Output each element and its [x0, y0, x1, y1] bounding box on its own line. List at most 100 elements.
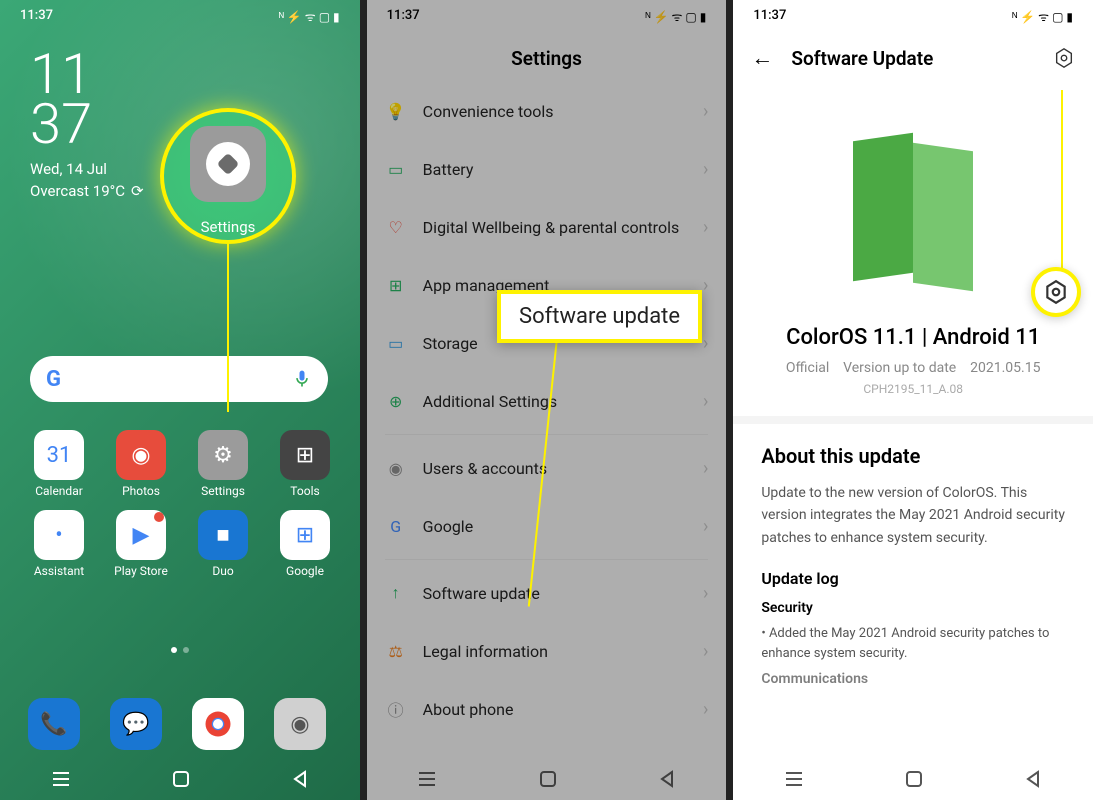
nav-home-icon[interactable] [905, 770, 923, 788]
item-icon: ⓘ [385, 698, 407, 720]
app-google[interactable]: ⊞Google [264, 510, 346, 578]
os-version: ColorOS 11.1 | Android 11 [733, 317, 1093, 358]
settings-item-software-update[interactable]: ↑ Software update › [385, 564, 709, 622]
app-tools[interactable]: ⊞Tools [264, 430, 346, 498]
status-time: 11:37 [20, 8, 53, 25]
homescreen: 11:37 ᴺ ⚡ ᯤ ▢ ▮ 11 37 Wed, 14 Jul Overca… [0, 0, 360, 800]
camera-app[interactable]: ◉ [274, 698, 326, 750]
item-label: Google [423, 517, 687, 536]
app-assistant[interactable]: •Assistant [18, 510, 100, 578]
os-meta: Official Version up to date 2021.05.15 [733, 358, 1093, 378]
chevron-right-icon: › [703, 333, 708, 354]
settings-item-about-phone[interactable]: ⓘAbout phone› [385, 680, 709, 738]
settings-item-digital-wellbeing-parental-controls[interactable]: ♡Digital Wellbeing & parental controls› [385, 198, 709, 256]
settings-item-google[interactable]: GGoogle› [385, 497, 709, 560]
update-header: ← Software Update [733, 29, 1093, 87]
item-label: Software update [423, 584, 687, 603]
callout-line [1061, 90, 1063, 270]
about-text: Update to the new version of ColorOS. Th… [761, 482, 1065, 549]
chevron-right-icon: › [703, 391, 708, 412]
status-icons: ᴺ ⚡ ᯤ ▢ ▮ [279, 8, 340, 25]
gear-icon [206, 142, 250, 186]
weather-text: Overcast 19°C [30, 182, 125, 200]
clock-hour: 11 [30, 49, 360, 99]
item-icon: ▭ [385, 332, 407, 354]
item-label: Additional Settings [423, 392, 687, 411]
os-build: CPH2195_11_A.08 [733, 378, 1093, 416]
settings-screen: 11:37 ᴺ ⚡ ᯤ ▢ ▮ Settings 💡Convenience to… [367, 0, 727, 800]
messages-app[interactable]: 💬 [110, 698, 162, 750]
settings-page-title: Settings [367, 29, 727, 82]
log-security-item: • Added the May 2021 Android security pa… [761, 624, 1065, 663]
page-indicator [0, 638, 360, 657]
mic-icon[interactable] [292, 369, 312, 389]
chevron-right-icon: › [703, 159, 708, 180]
log-security-title: Security [761, 600, 1065, 616]
settings-list[interactable]: 💡Convenience tools› ▭ Battery › ♡ Digital Wel… [367, 82, 727, 738]
item-label: Battery [423, 160, 687, 179]
phone-app[interactable]: 📞 [28, 698, 80, 750]
settings-hex-icon[interactable] [1053, 47, 1075, 69]
settings-item-convenience-tools[interactable]: 💡Convenience tools› [385, 82, 709, 140]
settings-highlight: Settings [160, 108, 296, 244]
nav-bar [367, 758, 727, 800]
back-arrow-icon[interactable]: ← [751, 45, 773, 71]
app-grid: 31Calendar◉Photos⚙Settings⊞Tools •Assista… [18, 430, 346, 578]
app-play store[interactable]: ▶Play Store [100, 510, 182, 578]
status-bar: 11:37 ᴺ ⚡ ᯤ ▢ ▮ [367, 0, 727, 29]
update-page-title: Software Update [791, 47, 1035, 70]
settings-item-battery[interactable]: ▭ Battery › [385, 140, 709, 198]
log-comm-title: Communications [761, 671, 1065, 687]
item-icon: G [385, 515, 407, 537]
status-bar: 11:37 ᴺ ⚡ ᯤ ▢ ▮ [733, 0, 1093, 29]
settings-app-icon[interactable] [190, 126, 266, 202]
item-icon: ↑ [385, 582, 407, 604]
item-icon: ⊕ [385, 390, 407, 412]
software-update-screen: 11:37 ᴺ ⚡ ᯤ ▢ ▮ ← Software Update ColorO… [733, 0, 1093, 800]
nav-bar [0, 758, 360, 800]
app-settings[interactable]: ⚙Settings [182, 430, 264, 498]
status-time: 11:37 [387, 8, 420, 25]
nav-back-icon[interactable] [291, 770, 309, 788]
status-icons: ᴺ ⚡ ᯤ ▢ ▮ [1012, 8, 1073, 25]
about-section[interactable]: About this update Update to the new vers… [733, 416, 1093, 715]
nav-back-icon[interactable] [658, 770, 676, 788]
nav-home-icon[interactable] [539, 770, 557, 788]
refresh-icon[interactable]: ⟳ [131, 180, 144, 203]
update-log-title: Update log [761, 569, 1065, 588]
callout-line [227, 244, 229, 412]
nav-back-icon[interactable] [1024, 770, 1042, 788]
chevron-right-icon: › [703, 101, 708, 122]
item-label: Legal information [423, 642, 687, 661]
item-label: Digital Wellbeing & parental controls [423, 218, 687, 237]
item-icon: 💡 [385, 100, 407, 122]
chevron-right-icon: › [703, 583, 708, 604]
meta-status: Version up to date [843, 360, 956, 376]
nav-home-icon[interactable] [172, 770, 190, 788]
software-update-callout: Software update [497, 290, 702, 343]
nav-menu-icon[interactable] [51, 769, 71, 789]
dock: 📞 💬 ◉ [28, 698, 326, 750]
meta-date: 2021.05.15 [970, 360, 1040, 376]
nav-bar [733, 758, 1093, 800]
item-icon: ⊞ [385, 274, 407, 296]
app-duo[interactable]: ■Duo [182, 510, 264, 578]
item-icon: ♡ [385, 216, 407, 238]
app-photos[interactable]: ◉Photos [100, 430, 182, 498]
chrome-app[interactable] [192, 698, 244, 750]
settings-item-legal-information[interactable]: ⚖ Legal information › [385, 622, 709, 680]
meta-official: Official [786, 360, 829, 376]
item-icon: ▭ [385, 158, 407, 180]
item-icon: ⚖ [385, 640, 407, 662]
nav-menu-icon[interactable] [417, 769, 437, 789]
chevron-right-icon: › [703, 641, 708, 662]
settings-app-label: Settings [160, 218, 296, 236]
status-bar: 11:37 ᴺ ⚡ ᯤ ▢ ▮ [0, 0, 360, 29]
item-label: Users & accounts [423, 459, 687, 478]
settings-item-users-accounts[interactable]: ◉Users & accounts› [385, 439, 709, 497]
nav-menu-icon[interactable] [784, 769, 804, 789]
status-time: 11:37 [753, 8, 786, 25]
settings-hex-icon [1043, 279, 1069, 305]
app-calendar[interactable]: 31Calendar [18, 430, 100, 498]
google-search-bar[interactable]: G [30, 356, 328, 402]
